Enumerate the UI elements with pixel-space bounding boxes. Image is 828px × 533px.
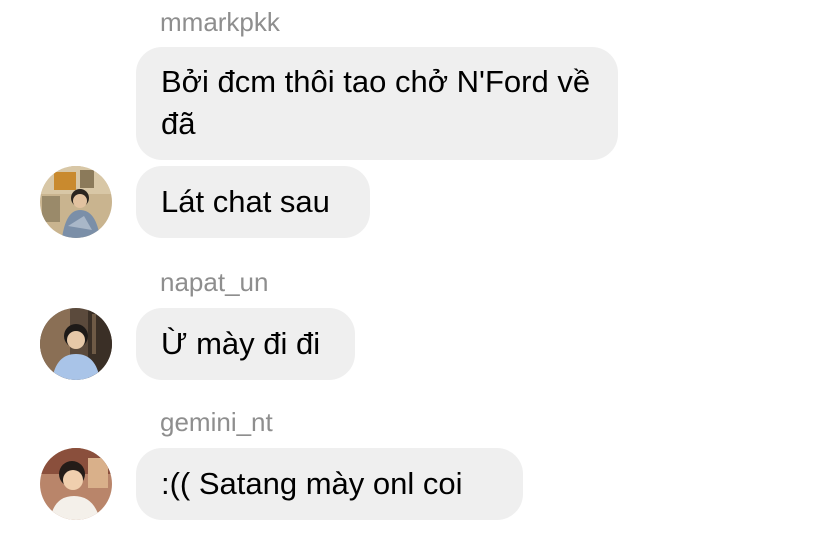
message-text: :(( Satang mày onl coi: [161, 466, 463, 501]
user-avatar-napat_un: [40, 308, 112, 380]
message-bubble[interactable]: :(( Satang mày onl coi: [136, 448, 523, 520]
avatar[interactable]: [40, 308, 112, 380]
message-text: Lát chat sau: [161, 184, 330, 219]
sender-name[interactable]: napat_un: [160, 267, 268, 297]
sender-name[interactable]: mmarkpkk: [160, 7, 280, 37]
message-bubble[interactable]: Ừ mày đi đi: [136, 308, 355, 380]
avatar[interactable]: [40, 166, 112, 238]
message-bubble[interactable]: Bởi đcm thôi tao chở N'Ford về đã: [136, 47, 618, 160]
message-text: Bởi đcm thôi tao chở N'Ford về đã: [161, 64, 599, 141]
message-bubble[interactable]: Lát chat sau: [136, 166, 370, 238]
avatar[interactable]: [40, 448, 112, 520]
user-avatar-mmarkpkk: [40, 166, 112, 238]
sender-name[interactable]: gemini_nt: [160, 407, 273, 437]
user-avatar-gemini_nt: [40, 448, 112, 520]
message-text: Ừ mày đi đi: [161, 326, 321, 361]
